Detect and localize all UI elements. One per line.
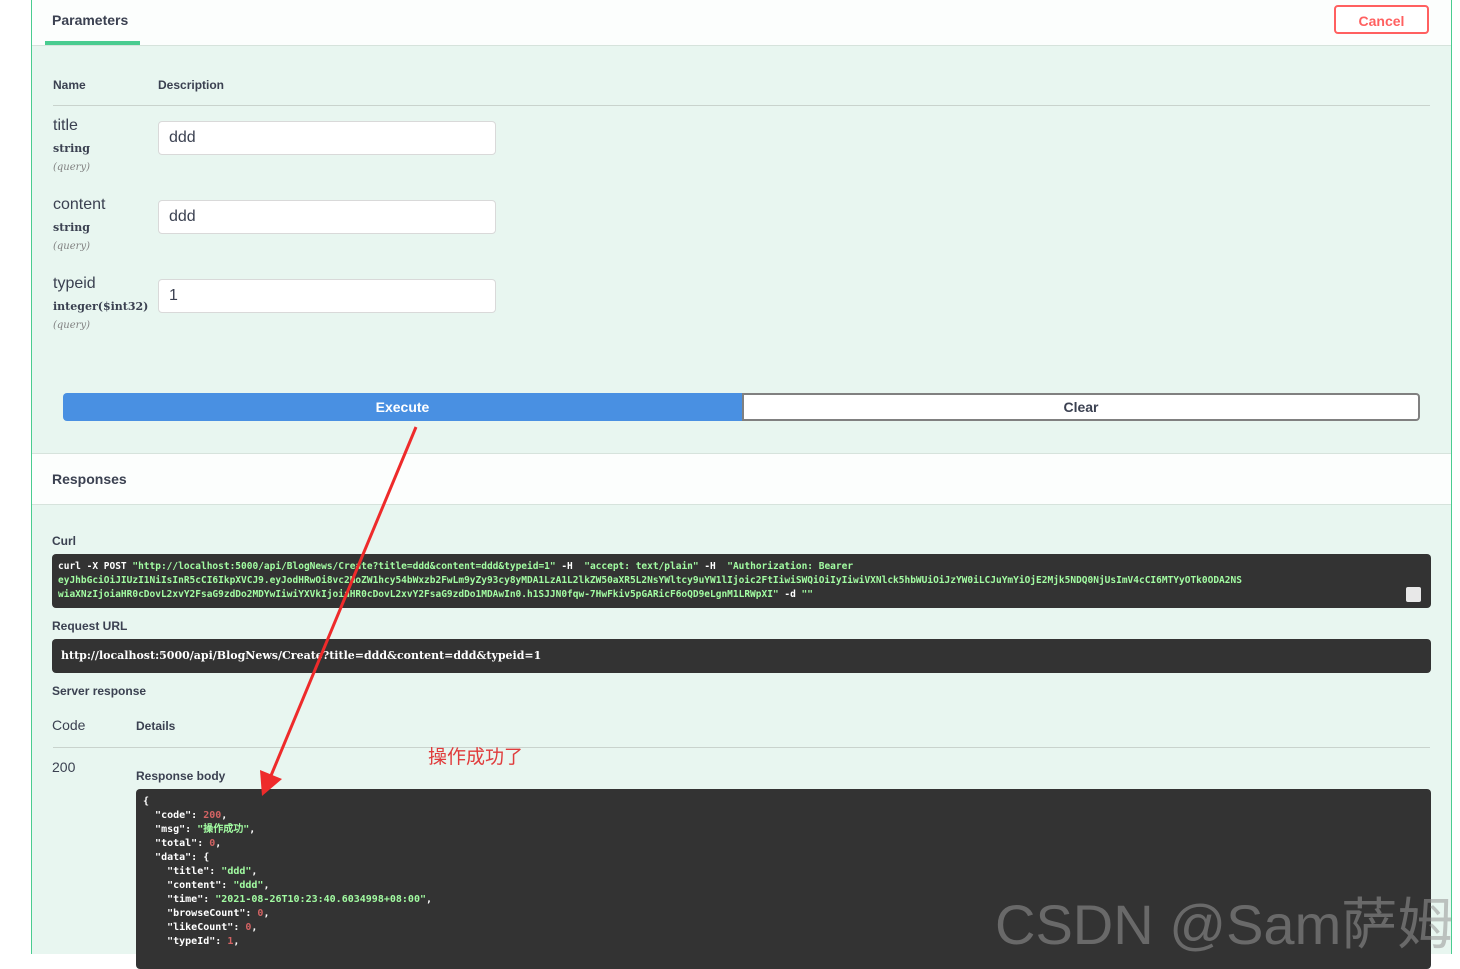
annotation-arrow — [260, 426, 418, 796]
watermark: CSDN @Sam萨姆 — [995, 893, 1454, 956]
